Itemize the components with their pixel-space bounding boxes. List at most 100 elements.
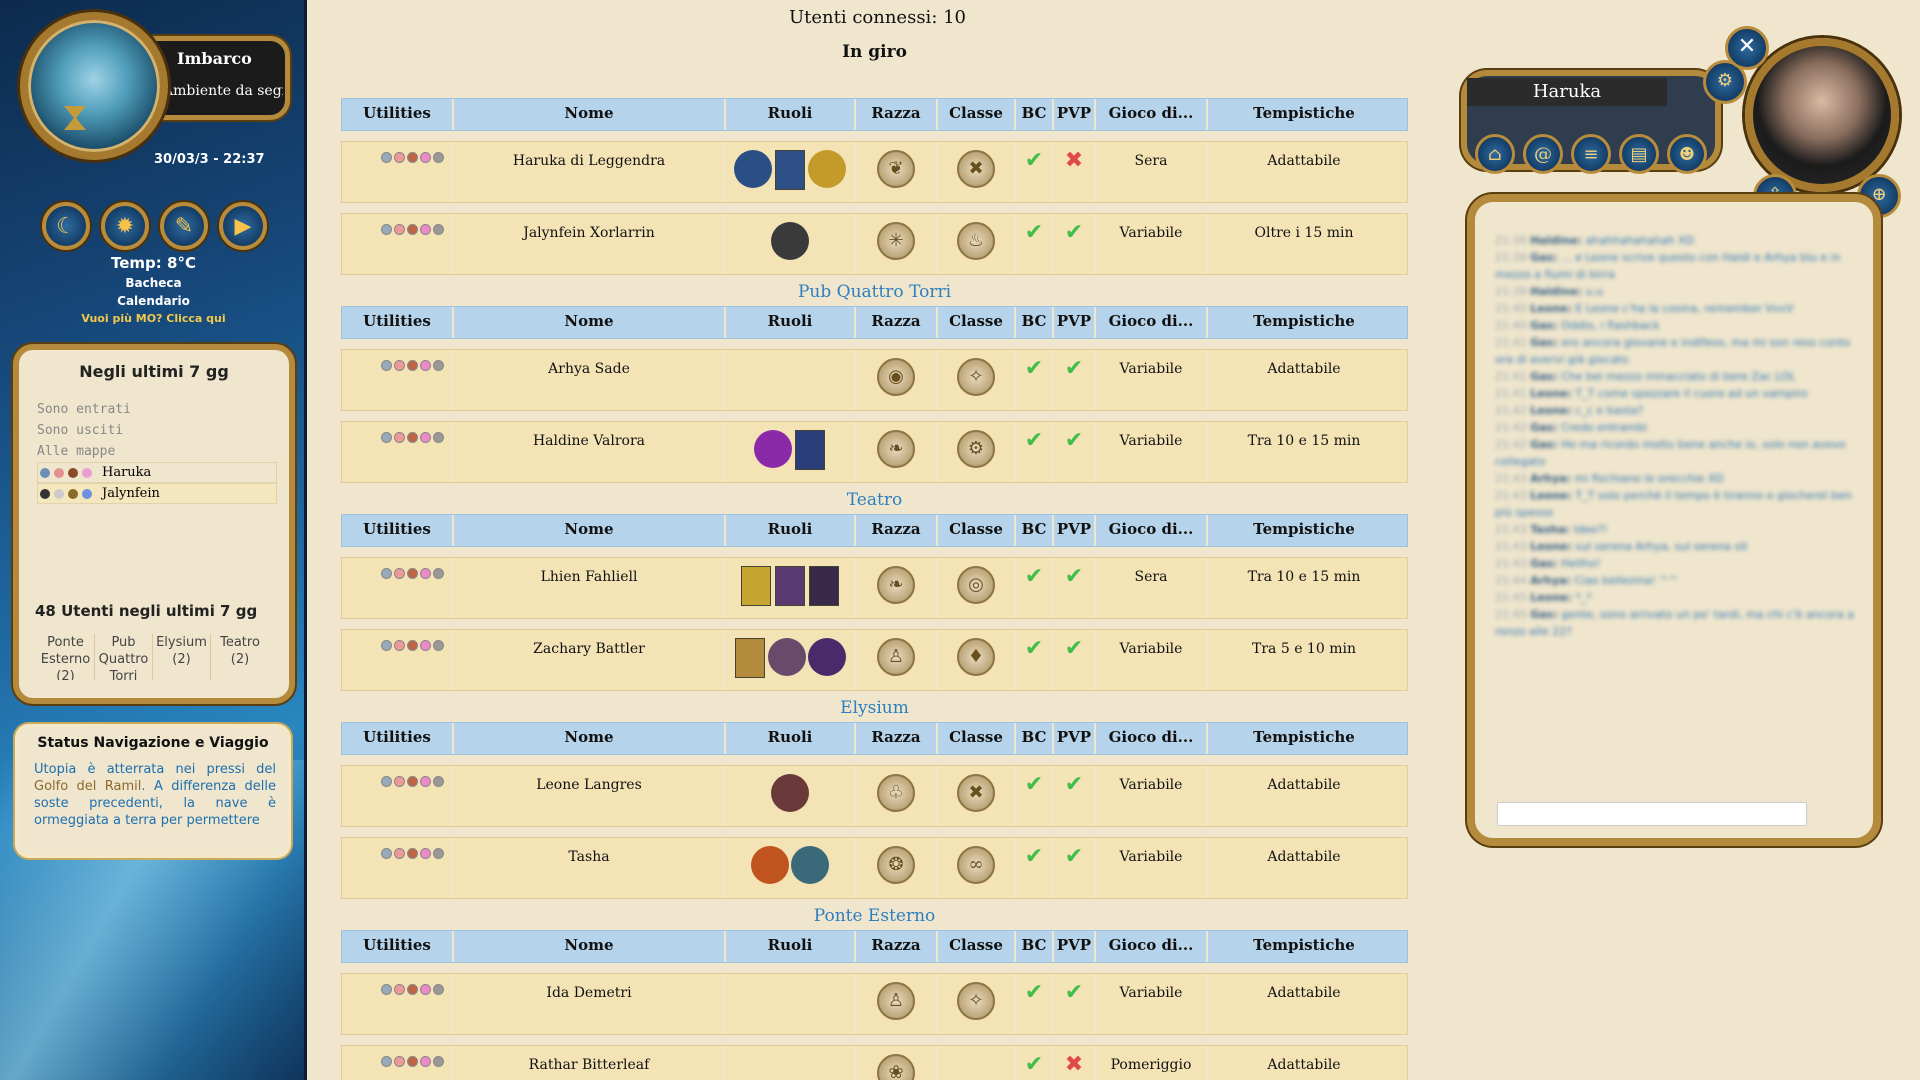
column-header[interactable]: Nome [454, 723, 726, 754]
column-header[interactable]: Nome [454, 307, 726, 338]
utility-icon[interactable] [433, 224, 444, 235]
class-icon[interactable]: ♨ [957, 222, 995, 260]
utility-icon[interactable] [433, 776, 444, 787]
utility-icon[interactable] [394, 224, 405, 235]
utility-icon[interactable] [381, 224, 392, 235]
utility-icon[interactable] [394, 1056, 405, 1067]
user-name[interactable]: Haldine Valrora [454, 422, 726, 482]
column-header[interactable]: Razza [856, 931, 938, 962]
role-icon[interactable] [741, 566, 771, 606]
role-icon[interactable] [771, 774, 809, 812]
section-title[interactable]: Ponte Esterno [341, 906, 1408, 926]
role-icon[interactable] [751, 846, 789, 884]
column-header[interactable]: Gioco di... [1096, 723, 1208, 754]
utility-icon[interactable] [381, 568, 392, 579]
column-header[interactable]: Nome [454, 931, 726, 962]
user-name[interactable]: Lhien Fahliell [454, 558, 726, 618]
close-icon[interactable]: ✕ [1725, 26, 1769, 70]
utility-icon[interactable] [407, 640, 418, 651]
utility-icon[interactable] [394, 848, 405, 859]
column-header[interactable]: PVP [1054, 931, 1096, 962]
class-icon[interactable]: ⚙ [957, 430, 995, 468]
race-icon[interactable]: ◉ [877, 358, 915, 396]
utility-icon[interactable] [420, 640, 431, 651]
utility-icon[interactable] [407, 1056, 418, 1067]
utility-icon[interactable] [433, 360, 444, 371]
column-header[interactable]: Classe [938, 307, 1016, 338]
utility-icon[interactable] [407, 984, 418, 995]
role-icon[interactable] [771, 222, 809, 260]
recent-user[interactable]: Jalynfein [37, 483, 277, 504]
room-pub-quattro-torri[interactable]: Pub Quattro Torri [95, 634, 153, 680]
table-row[interactable]: Zachary Battler ♙ ♦ ✔ ✔ Variabile Tra 5 e 10 m… [341, 629, 1408, 691]
race-icon[interactable]: ♙ [877, 982, 915, 1020]
chat-input[interactable] [1497, 802, 1807, 826]
table-row[interactable]: Leone Langres ♧ ✖ ✔ ✔ Variabile Adattabile [341, 765, 1408, 827]
utility-icon[interactable] [407, 152, 418, 163]
column-header[interactable]: Classe [938, 931, 1016, 962]
user-name[interactable]: Haruka di Leggendra [454, 142, 726, 202]
utility-icon[interactable] [420, 432, 431, 443]
column-header[interactable]: Utilities [342, 515, 454, 546]
column-header[interactable]: BC [1016, 931, 1054, 962]
column-header[interactable]: Tempistiche [1208, 307, 1400, 338]
table-row[interactable]: Haldine Valrora ❧ ⚙ ✔ ✔ Variabile Tra 10 e 15 … [341, 421, 1408, 483]
home-icon[interactable]: ⌂ [1475, 134, 1515, 174]
utility-icon[interactable] [407, 432, 418, 443]
book-icon[interactable]: ▤ [1619, 134, 1659, 174]
column-header[interactable]: BC [1016, 723, 1054, 754]
sun-icon[interactable]: ✹ [101, 202, 149, 250]
utility-icon[interactable] [433, 1056, 444, 1067]
column-header[interactable]: Gioco di... [1096, 307, 1208, 338]
class-icon[interactable]: ◎ [957, 566, 995, 604]
moon-icon[interactable]: ☾ [42, 202, 90, 250]
section-title[interactable]: Pub Quattro Torri [341, 282, 1408, 302]
table-row[interactable]: Jalynfein Xorlarrin ✳ ♨ ✔ ✔ Variabile Oltre i … [341, 213, 1408, 275]
column-header[interactable]: Utilities [342, 723, 454, 754]
user-name[interactable]: Rathar Bitterleaf [454, 1046, 726, 1080]
spiral-icon[interactable]: @ [1523, 134, 1563, 174]
role-icon[interactable] [775, 566, 805, 606]
user-name[interactable]: Zachary Battler [454, 630, 726, 690]
role-icon[interactable] [809, 566, 839, 606]
column-header[interactable]: BC [1016, 515, 1054, 546]
class-icon[interactable]: ♦ [957, 638, 995, 676]
role-icon[interactable] [795, 430, 825, 470]
location-portrait[interactable] [20, 12, 168, 160]
table-row[interactable]: Arhya Sade ◉ ✧ ✔ ✔ Variabile Adattabile [341, 349, 1408, 411]
utility-icon[interactable] [420, 568, 431, 579]
race-icon[interactable]: ♧ [877, 774, 915, 812]
column-header[interactable]: PVP [1054, 515, 1096, 546]
user-name[interactable]: Arhya Sade [454, 350, 726, 410]
utility-icon[interactable] [420, 848, 431, 859]
column-header[interactable]: BC [1016, 99, 1054, 130]
column-header[interactable]: Classe [938, 515, 1016, 546]
section-title[interactable]: In giro [341, 42, 1408, 62]
utility-icon[interactable] [420, 224, 431, 235]
column-header[interactable]: Classe [938, 723, 1016, 754]
column-header[interactable]: Tempistiche [1208, 515, 1400, 546]
utility-icon[interactable] [433, 432, 444, 443]
class-icon[interactable]: ✧ [957, 358, 995, 396]
section-title[interactable]: Teatro [341, 490, 1408, 510]
class-icon[interactable]: ✖ [957, 150, 995, 188]
utility-icon[interactable] [420, 1056, 431, 1067]
column-header[interactable]: Tempistiche [1208, 931, 1400, 962]
column-header[interactable]: Ruoli [726, 931, 856, 962]
column-header[interactable]: PVP [1054, 99, 1096, 130]
utility-icon[interactable] [381, 432, 392, 443]
utility-icon[interactable] [420, 152, 431, 163]
utility-icon[interactable] [394, 432, 405, 443]
column-header[interactable]: Ruoli [726, 723, 856, 754]
utility-icon[interactable] [420, 776, 431, 787]
utility-icon[interactable] [433, 152, 444, 163]
role-icon[interactable] [808, 638, 846, 676]
column-header[interactable]: PVP [1054, 723, 1096, 754]
utility-icon[interactable] [381, 640, 392, 651]
column-header[interactable]: Razza [856, 99, 938, 130]
user-name[interactable]: Tasha [454, 838, 726, 898]
column-header[interactable]: Nome [454, 99, 726, 130]
utility-icon[interactable] [407, 568, 418, 579]
race-icon[interactable]: ❂ [877, 846, 915, 884]
utility-icon[interactable] [381, 360, 392, 371]
